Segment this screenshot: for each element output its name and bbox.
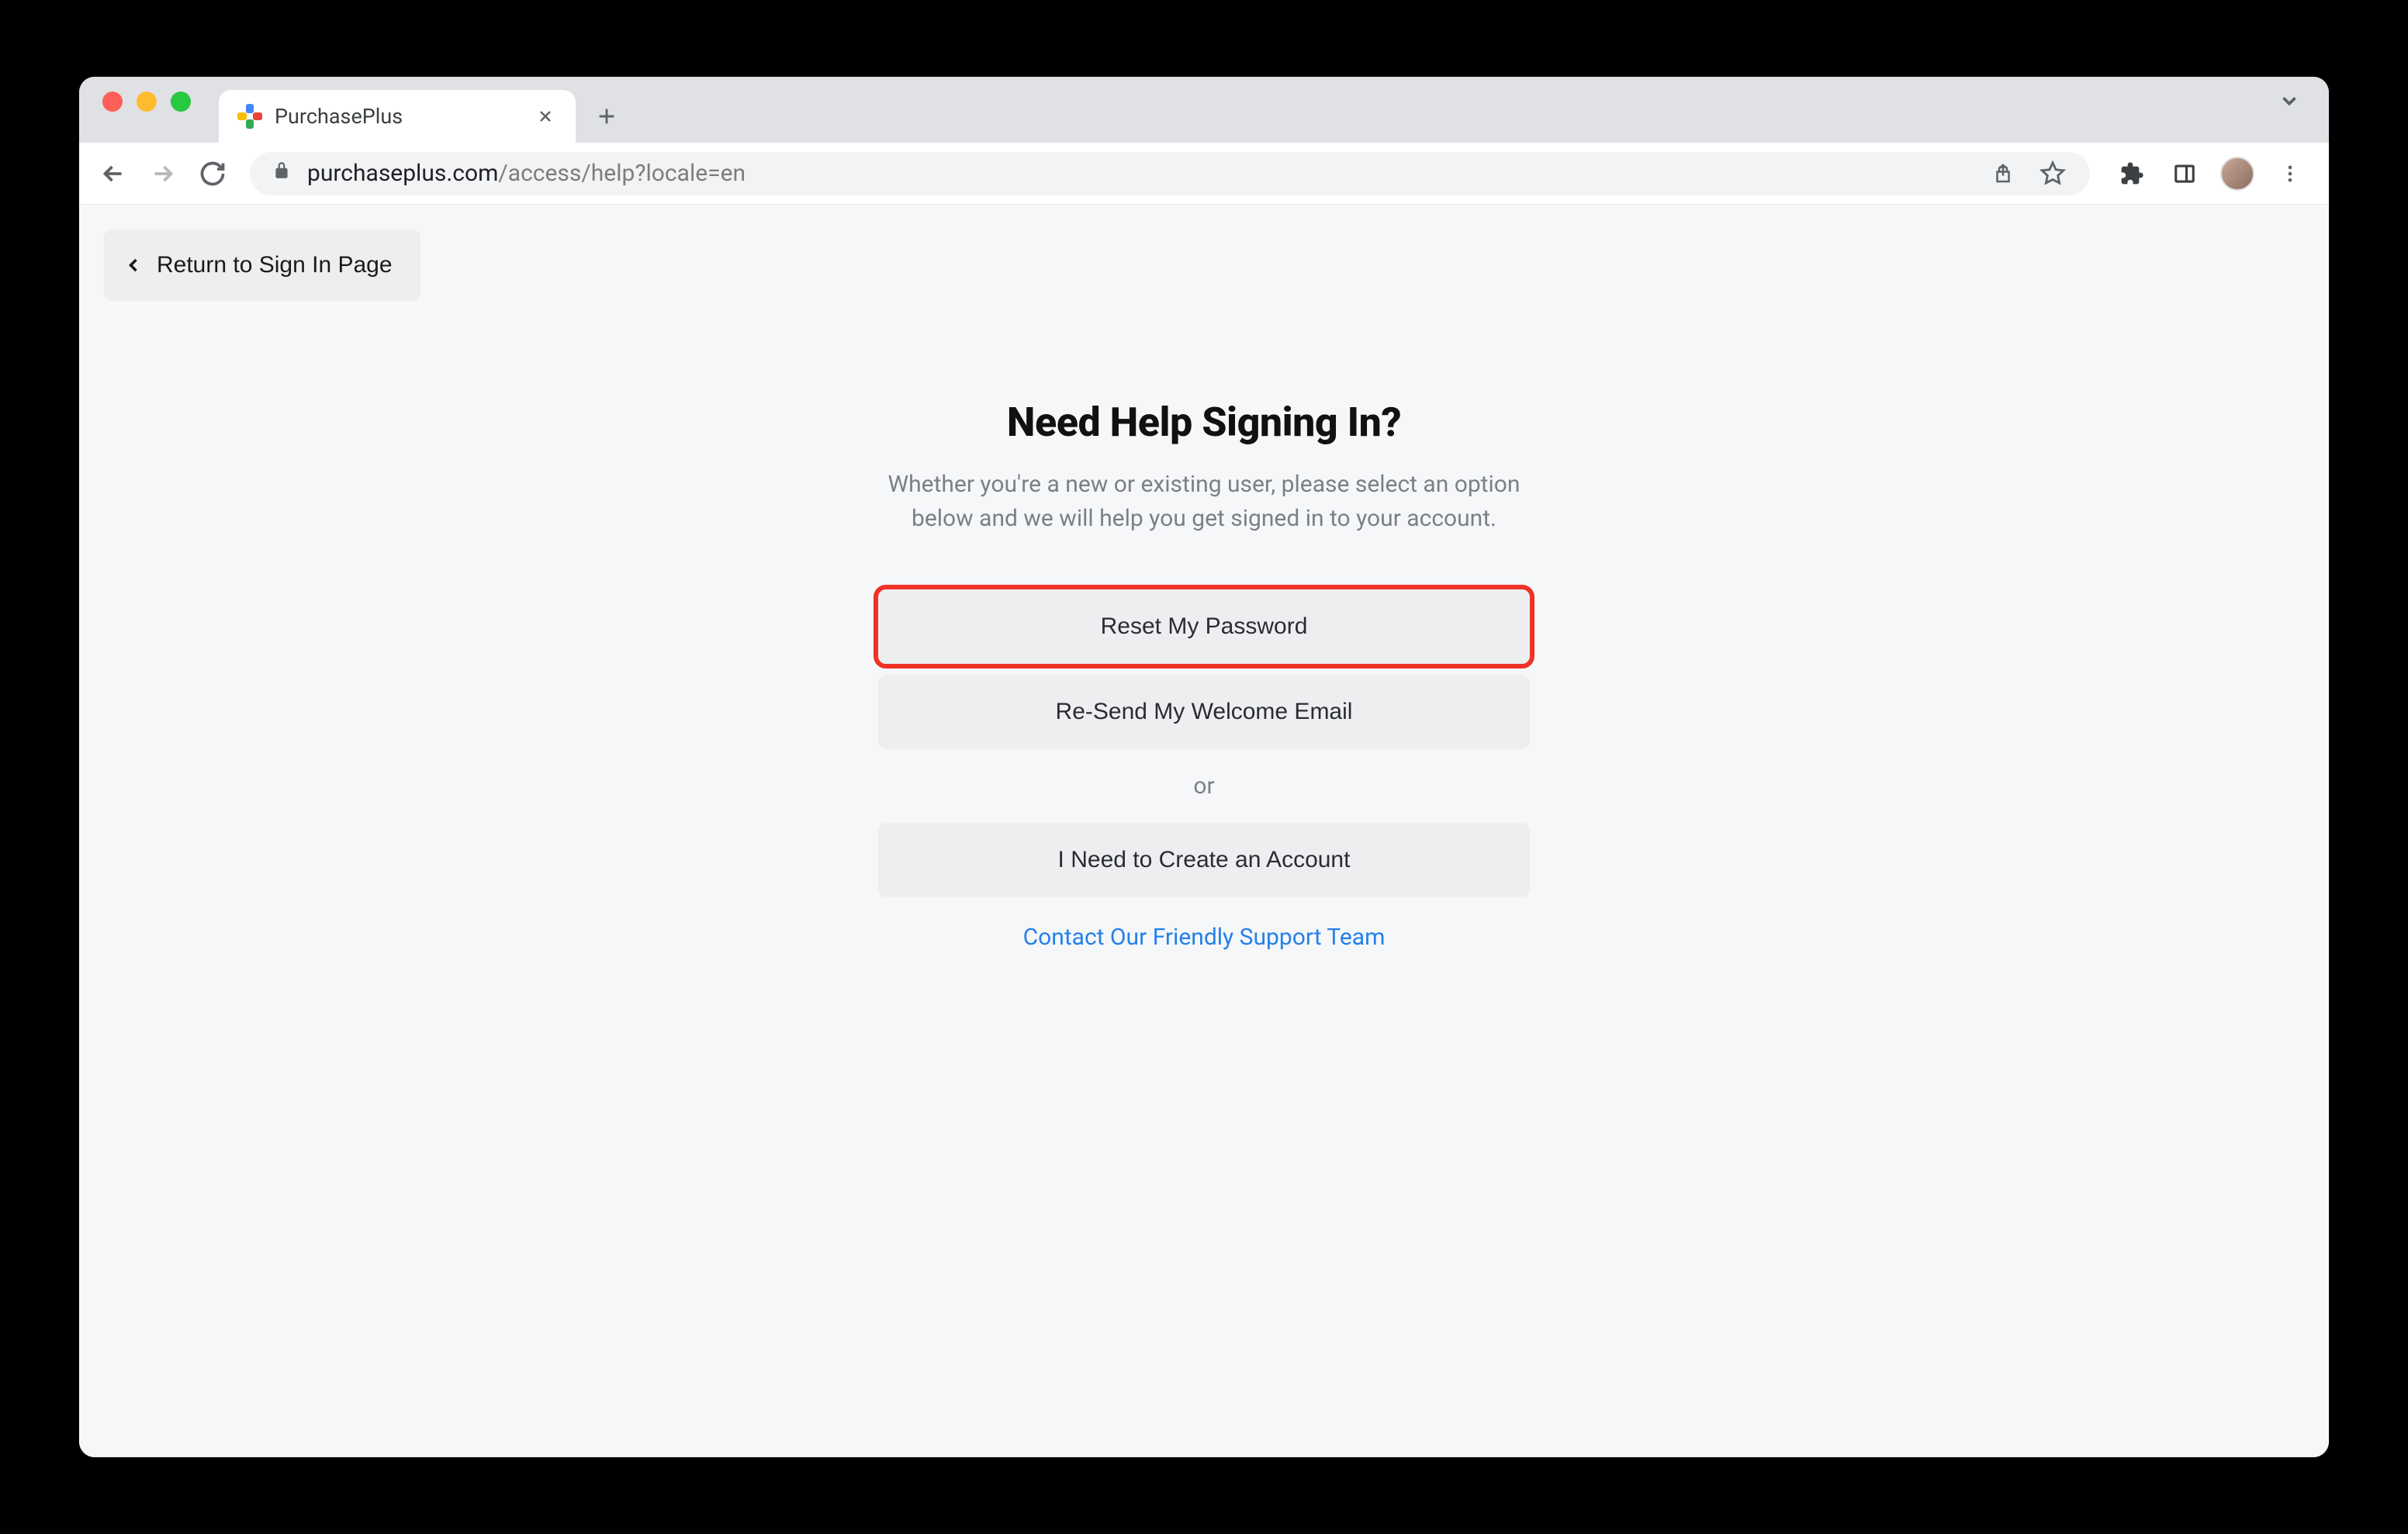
share-icon[interactable] bbox=[1988, 158, 2019, 189]
contact-support-link[interactable]: Contact Our Friendly Support Team bbox=[878, 924, 1530, 951]
return-to-signin-button[interactable]: Return to Sign In Page bbox=[104, 230, 420, 301]
tab-bar: PurchasePlus bbox=[79, 77, 2329, 143]
url-actions bbox=[1988, 158, 2068, 189]
bookmark-star-icon[interactable] bbox=[2037, 158, 2068, 189]
url-text: purchaseplus.com/access/help?locale=en bbox=[307, 160, 746, 187]
purchaseplus-logo-icon bbox=[237, 104, 262, 129]
tab-title: PurchasePlus bbox=[275, 104, 521, 129]
tab-favicon bbox=[237, 104, 262, 129]
return-label: Return to Sign In Page bbox=[157, 252, 393, 278]
page-subheading: Whether you're a new or existing user, p… bbox=[878, 468, 1530, 535]
window-close-button[interactable] bbox=[102, 92, 123, 112]
tab-overflow-button[interactable] bbox=[2278, 87, 2301, 119]
new-tab-button[interactable] bbox=[585, 95, 628, 138]
url-bar: purchaseplus.com/access/help?locale=en bbox=[79, 143, 2329, 205]
tab-close-button[interactable] bbox=[534, 105, 557, 128]
url-domain: purchaseplus.com bbox=[307, 160, 498, 187]
toolbar-icons bbox=[2105, 157, 2316, 191]
forward-button[interactable] bbox=[141, 152, 185, 195]
window-maximize-button[interactable] bbox=[171, 92, 191, 112]
or-divider: or bbox=[878, 772, 1530, 800]
create-account-button[interactable]: I Need to Create an Account bbox=[878, 823, 1530, 897]
url-path: /access/help?locale=en bbox=[498, 160, 746, 187]
window-controls bbox=[98, 77, 219, 143]
browser-window: PurchasePlus purch bbox=[79, 77, 2329, 1457]
page-heading: Need Help Signing In? bbox=[878, 399, 1530, 446]
page-content: Return to Sign In Page Need Help Signing… bbox=[79, 205, 2329, 1457]
reset-password-button[interactable]: Reset My Password bbox=[878, 589, 1530, 664]
extensions-icon[interactable] bbox=[2115, 157, 2149, 191]
browser-menu-button[interactable] bbox=[2273, 157, 2307, 191]
reload-button[interactable] bbox=[191, 152, 234, 195]
back-button[interactable] bbox=[92, 152, 135, 195]
browser-tab[interactable]: PurchasePlus bbox=[219, 90, 576, 143]
panel-icon[interactable] bbox=[2168, 157, 2202, 191]
lock-icon bbox=[272, 161, 292, 186]
address-bar[interactable]: purchaseplus.com/access/help?locale=en bbox=[250, 152, 2090, 195]
profile-avatar[interactable] bbox=[2220, 157, 2254, 191]
chevron-left-icon bbox=[123, 254, 144, 276]
help-panel: Need Help Signing In? Whether you're a n… bbox=[878, 205, 1530, 951]
resend-welcome-button[interactable]: Re-Send My Welcome Email bbox=[878, 675, 1530, 749]
tab-bar-right bbox=[2278, 77, 2310, 143]
window-minimize-button[interactable] bbox=[137, 92, 157, 112]
